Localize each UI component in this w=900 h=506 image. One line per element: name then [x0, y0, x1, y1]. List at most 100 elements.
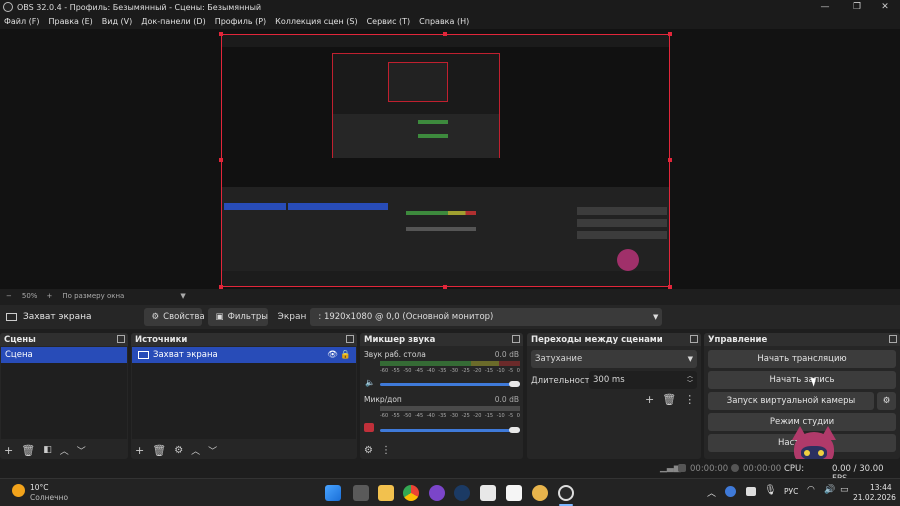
- task-view-icon[interactable]: [353, 485, 369, 501]
- tray-sync-icon[interactable]: [725, 486, 736, 497]
- resize-handle-tr[interactable]: [668, 32, 672, 36]
- gear-icon[interactable]: ⚙: [364, 445, 373, 456]
- minimize-icon[interactable]: —: [810, 0, 840, 14]
- chevron-down-icon: ▼: [687, 355, 693, 363]
- tray-chevron-up-icon[interactable]: ︿: [707, 486, 716, 499]
- controls-title: Управление: [708, 334, 768, 345]
- clock-date[interactable]: 21.02.2026: [853, 493, 896, 502]
- stream-indicator-icon: [678, 464, 686, 472]
- resize-handle-t[interactable]: [443, 32, 447, 36]
- more-icon[interactable]: ⋮: [684, 393, 695, 406]
- preview-canvas[interactable]: [221, 34, 670, 287]
- volume-knob-desktop[interactable]: [509, 381, 520, 387]
- duration-input[interactable]: 300 ms ︿ ﹀: [589, 371, 697, 389]
- screen-select[interactable]: : 1920x1080 @ 0,0 (Основной монитор) ▼: [310, 308, 663, 326]
- menu-view[interactable]: Вид (V): [102, 17, 132, 26]
- tray-app-icon[interactable]: [746, 487, 756, 496]
- transition-select[interactable]: Затухание ▼: [531, 350, 697, 368]
- add-icon[interactable]: +: [4, 444, 13, 457]
- maximize-icon[interactable]: ❐: [842, 0, 872, 14]
- zoom-value: 50%: [21, 292, 38, 300]
- start-streaming-button[interactable]: Начать трансляцию: [708, 350, 896, 368]
- source-item[interactable]: Захват экрана 👁 🔒: [132, 347, 356, 363]
- undock-icon[interactable]: [346, 335, 354, 343]
- screen-label: Экран: [277, 312, 307, 322]
- arrow-down-icon[interactable]: ﹀: [208, 444, 217, 457]
- undock-icon[interactable]: [690, 335, 698, 343]
- menu-edit[interactable]: Правка (E): [49, 17, 93, 26]
- add-icon[interactable]: +: [135, 444, 144, 457]
- menu-tools[interactable]: Сервис (T): [367, 17, 411, 26]
- undock-icon[interactable]: [117, 335, 125, 343]
- chrome-icon[interactable]: [403, 485, 419, 501]
- meter-desktop: [380, 361, 520, 366]
- mic-muted-icon[interactable]: [364, 423, 374, 432]
- undock-icon[interactable]: [512, 335, 520, 343]
- preview-nested-titlebar: [222, 35, 669, 47]
- volume-icon[interactable]: 🔊: [824, 485, 835, 495]
- resize-handle-r[interactable]: [668, 158, 672, 162]
- trash-icon[interactable]: 🗑: [662, 393, 676, 406]
- channel-db-mic: 0.0 dB: [494, 395, 519, 404]
- filters-button[interactable]: ▣ Фильтры: [207, 308, 268, 326]
- battery-icon[interactable]: ▭: [840, 485, 849, 495]
- close-icon[interactable]: ✕: [870, 0, 900, 14]
- eye-icon[interactable]: 👁: [327, 350, 338, 360]
- preview-nested-docks: [222, 187, 669, 286]
- scenes-dock: Сцены Сцена + 🗑 ◧ ︿ ﹀: [0, 333, 128, 459]
- filter-icon[interactable]: ◧: [43, 445, 52, 455]
- notepad-icon[interactable]: [506, 485, 522, 501]
- speaker-icon[interactable]: 🔈: [365, 378, 375, 387]
- wifi-icon[interactable]: ◠: [807, 485, 815, 495]
- gear-icon: ⚙: [882, 396, 891, 406]
- volume-slider-mic[interactable]: [380, 429, 520, 432]
- stepper-icon[interactable]: ︿ ﹀: [687, 373, 693, 387]
- add-icon[interactable]: +: [645, 393, 654, 406]
- trash-icon[interactable]: 🗑: [21, 444, 35, 457]
- menu-help[interactable]: Справка (H): [419, 17, 469, 26]
- volume-slider-desktop[interactable]: [380, 383, 520, 386]
- file-explorer-icon[interactable]: [378, 485, 394, 501]
- tray-microphone-icon[interactable]: 🎙: [764, 485, 777, 496]
- arrow-down-icon[interactable]: ﹀: [77, 444, 86, 457]
- menu-file[interactable]: Файл (F): [4, 17, 40, 26]
- lock-icon[interactable]: 🔒: [340, 350, 351, 360]
- snipping-tool-icon[interactable]: [480, 485, 496, 501]
- language-indicator[interactable]: РУС: [784, 487, 798, 496]
- trash-icon[interactable]: 🗑: [152, 444, 166, 457]
- record-indicator-icon: [731, 464, 739, 472]
- properties-button[interactable]: ⚙ Свойства: [143, 308, 205, 326]
- gear-icon[interactable]: ⚙: [174, 445, 183, 456]
- resize-handle-l[interactable]: [219, 158, 223, 162]
- source-toolbar: Захват экрана ⚙ Свойства ▣ Фильтры Экран :…: [0, 305, 900, 329]
- volume-knob-mic[interactable]: [509, 427, 520, 433]
- zoom-in-button[interactable]: +: [46, 292, 52, 300]
- menu-profile[interactable]: Профиль (P): [215, 17, 266, 26]
- weather-text[interactable]: Солнечно: [30, 493, 68, 502]
- zoom-mode-select[interactable]: По размеру окна: [62, 292, 124, 300]
- chevron-down-icon[interactable]: ▼: [180, 292, 185, 300]
- duration-label: Длительность: [531, 376, 595, 386]
- record-time: 00:00:00: [743, 464, 782, 474]
- selected-source-name: Захват экрана: [23, 312, 92, 322]
- start-recording-button[interactable]: Начать запись: [708, 371, 896, 389]
- app-icon[interactable]: [429, 485, 445, 501]
- weather-sun-icon[interactable]: [12, 484, 25, 497]
- start-icon[interactable]: [325, 485, 341, 501]
- arrow-up-icon[interactable]: ︿: [191, 444, 200, 457]
- app-coin-icon[interactable]: [532, 485, 548, 501]
- scene-item[interactable]: Сцена: [1, 347, 127, 363]
- clock-time[interactable]: 13:44: [870, 483, 892, 492]
- undock-icon[interactable]: [889, 335, 897, 343]
- menu-scene-collection[interactable]: Коллекция сцен (S): [275, 17, 357, 26]
- virtual-camera-button[interactable]: Запуск виртуальной камеры: [708, 392, 874, 410]
- more-icon[interactable]: ⋮: [381, 445, 391, 456]
- steam-icon[interactable]: [454, 485, 470, 501]
- virtual-camera-settings-button[interactable]: ⚙: [877, 392, 896, 410]
- weather-temp[interactable]: 10°C: [30, 483, 49, 492]
- resize-handle-tl[interactable]: [219, 32, 223, 36]
- zoom-out-button[interactable]: −: [6, 292, 12, 300]
- menu-docks[interactable]: Док-панели (D): [141, 17, 205, 26]
- arrow-up-icon[interactable]: ︿: [60, 444, 69, 457]
- obs-taskbar-icon[interactable]: [558, 485, 574, 501]
